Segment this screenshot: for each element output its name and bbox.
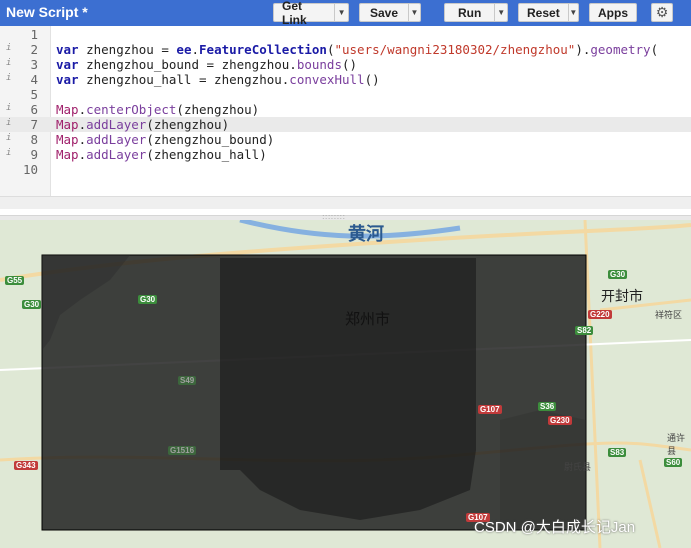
line-number: 5 — [30, 87, 38, 102]
info-icon[interactable]: i — [6, 133, 11, 143]
highway-shield: S83 — [608, 448, 627, 457]
watermark-text: CSDN @大白成长记Jan — [474, 519, 636, 536]
highway-shield: G1516 — [168, 446, 197, 455]
run-dropdown-icon[interactable]: ▼ — [494, 4, 507, 21]
line-number: 4 — [30, 72, 38, 87]
highway-shield: G107 — [478, 405, 502, 414]
code-line[interactable]: 1 — [0, 27, 691, 42]
district-label-xiangfu: 祥符区 — [655, 310, 683, 320]
get-link-label: Get Link — [282, 0, 307, 27]
editor-toolbar: New Script * Get Link ▼ Save ▼ Run ▼ Res… — [0, 0, 691, 27]
line-number: 9 — [30, 147, 38, 162]
run-button[interactable]: Run ▼ — [444, 3, 508, 22]
code-text: Map.centerObject(zhengzhou) — [56, 102, 260, 117]
code-text: Map.addLayer(zhengzhou_hall) — [56, 147, 267, 162]
map-view[interactable]: 黄河 郑州市 开封市 祥符区 尉氏县 通许县 G55 G30 G30 G30 G… — [0, 220, 691, 548]
city-label-kaifeng: 开封市 — [601, 288, 643, 304]
code-line[interactable]: i 9 Map.addLayer(zhengzhou_hall) — [0, 147, 691, 162]
save-label: Save — [370, 5, 399, 20]
highway-shield: G55 — [5, 276, 25, 285]
get-link-button[interactable]: Get Link ▼ — [273, 0, 349, 27]
code-line[interactable]: i 6 Map.centerObject(zhengzhou) — [0, 102, 691, 117]
code-line[interactable]: i 2 var zhengzhou = ee.FeatureCollection… — [0, 42, 691, 57]
line-number: 3 — [30, 57, 38, 72]
reset-button[interactable]: Reset ▼ — [518, 3, 579, 22]
code-line[interactable]: 10 — [0, 162, 691, 177]
save-button[interactable]: Save ▼ — [359, 3, 421, 22]
highway-shield: G30 — [138, 295, 158, 304]
code-line[interactable]: i 8 Map.addLayer(zhengzhou_bound) — [0, 132, 691, 147]
district-label-tongxu: 通许县 — [667, 433, 686, 456]
highway-shield: S60 — [664, 458, 683, 467]
city-label-zhengzhou: 郑州市 — [345, 311, 391, 328]
code-text: var zhengzhou_hall = zhengzhou.convexHul… — [56, 72, 380, 87]
highway-shield: S36 — [538, 402, 557, 411]
code-editor[interactable]: 1 i 2 var zhengzhou = ee.FeatureCollecti… — [0, 26, 691, 216]
line-number: 10 — [22, 162, 38, 177]
code-line[interactable]: 5 — [0, 87, 691, 102]
highway-shield: G343 — [14, 461, 38, 470]
river-label: 黄河 — [348, 224, 384, 244]
line-number: 2 — [30, 42, 38, 57]
highway-shield: G30 — [608, 270, 628, 279]
highway-shield: S82 — [575, 326, 594, 335]
map-canvas — [0, 220, 691, 548]
highway-shield: G230 — [548, 416, 572, 425]
info-icon[interactable]: i — [6, 148, 11, 158]
info-icon[interactable]: i — [6, 103, 11, 113]
highway-shield: G220 — [588, 310, 612, 319]
reset-label: Reset — [527, 5, 560, 20]
script-title: New Script * — [6, 4, 88, 20]
info-icon[interactable]: i — [6, 73, 11, 83]
line-number: 8 — [30, 132, 38, 147]
line-number: 6 — [30, 102, 38, 117]
code-line-active[interactable]: i 7 Map.addLayer(zhengzhou) — [0, 117, 691, 132]
highway-shield: S49 — [178, 376, 197, 385]
info-icon[interactable]: i — [6, 43, 11, 53]
info-icon[interactable]: i — [6, 118, 11, 128]
reset-dropdown-icon[interactable]: ▼ — [567, 4, 578, 21]
get-link-dropdown-icon[interactable]: ▼ — [334, 4, 348, 21]
info-icon[interactable]: i — [6, 58, 11, 68]
line-number: 7 — [30, 117, 38, 132]
highway-shield: G30 — [22, 300, 42, 309]
code-line[interactable]: i 4 var zhengzhou_hall = zhengzhou.conve… — [0, 72, 691, 87]
code-text: var zhengzhou_bound = zhengzhou.bounds() — [56, 57, 358, 72]
run-label: Run — [458, 5, 482, 20]
apps-button[interactable]: Apps — [589, 3, 637, 22]
line-number: 1 — [30, 27, 38, 42]
settings-gear-icon[interactable]: ⚙ — [651, 3, 673, 22]
save-dropdown-icon[interactable]: ▼ — [408, 4, 420, 21]
code-text: Map.addLayer(zhengzhou) — [56, 117, 230, 132]
code-line[interactable]: i 3 var zhengzhou_bound = zhengzhou.boun… — [0, 57, 691, 72]
code-text: Map.addLayer(zhengzhou_bound) — [56, 132, 275, 147]
apps-label: Apps — [598, 5, 628, 20]
district-label-weishi: 尉氏县 — [564, 462, 592, 472]
code-text: var zhengzhou = ee.FeatureCollection("us… — [56, 42, 659, 57]
horizontal-scrollbar[interactable] — [0, 196, 691, 209]
